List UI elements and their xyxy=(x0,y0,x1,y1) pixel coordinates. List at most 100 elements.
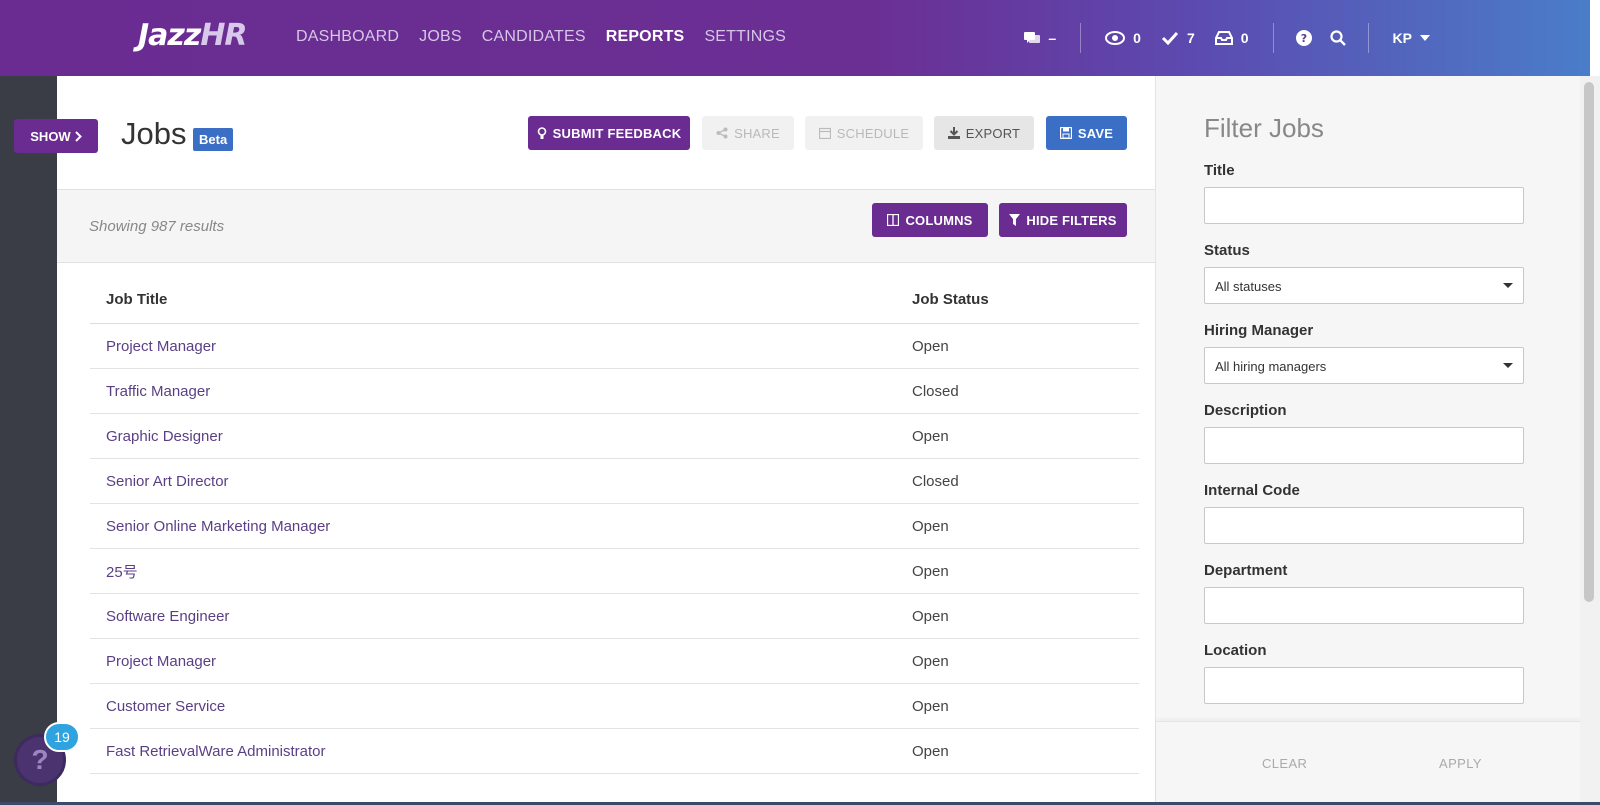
job-title-link[interactable]: Software Engineer xyxy=(90,608,912,625)
internal-code-filter-input[interactable] xyxy=(1204,507,1524,544)
export-button[interactable]: EXPORT xyxy=(934,116,1034,150)
user-menu[interactable]: KP xyxy=(1393,30,1430,46)
job-title-link[interactable]: 25号 xyxy=(90,561,912,582)
filter-panel-title: Filter Jobs xyxy=(1204,113,1324,143)
job-status: Closed xyxy=(912,472,959,490)
nav-candidates[interactable]: CANDIDATES xyxy=(482,28,586,46)
job-title-link[interactable]: Senior Art Director xyxy=(90,473,912,490)
share-icon xyxy=(716,127,728,139)
column-header-job-title[interactable]: Job Title xyxy=(90,291,912,308)
job-status: Open xyxy=(912,427,949,445)
job-status: Open xyxy=(912,652,949,670)
main-nav: DASHBOARD JOBS CANDIDATES REPORTS SETTIN… xyxy=(296,28,786,46)
job-title-link[interactable]: Graphic Designer xyxy=(90,428,912,445)
job-title-link[interactable]: Senior Online Marketing Manager xyxy=(90,518,912,535)
table-row: Senior Art Director Closed xyxy=(90,459,1139,504)
save-label: SAVE xyxy=(1077,125,1114,141)
lightbulb-icon xyxy=(537,126,547,140)
calendar-icon xyxy=(818,127,831,139)
nav-jobs[interactable]: JOBS xyxy=(419,28,462,46)
save-button[interactable]: SAVE xyxy=(1046,116,1127,150)
divider xyxy=(1080,23,1082,53)
checkmark-icon xyxy=(1161,31,1179,45)
table-row: Fast RetrievalWare Administrator Open xyxy=(90,729,1139,774)
results-toolbar: Showing 987 results COLUMNS HIDE FILTERS xyxy=(57,189,1155,263)
search-icon xyxy=(1329,30,1346,46)
job-title-link[interactable]: Project Manager xyxy=(90,653,912,670)
description-filter-input[interactable] xyxy=(1204,427,1524,464)
tasks-button[interactable]: 7 xyxy=(1161,30,1195,46)
show-label: SHOW xyxy=(30,128,71,144)
status-filter-label: Status xyxy=(1204,242,1250,259)
submit-feedback-button[interactable]: SUBMIT FEEDBACK xyxy=(528,116,690,150)
divider xyxy=(1272,23,1274,53)
title-filter-label: Title xyxy=(1204,162,1235,179)
apply-filters-button[interactable]: APPLY xyxy=(1439,756,1482,771)
columns-icon xyxy=(887,214,900,226)
internal-code-filter-label: Internal Code xyxy=(1204,482,1300,499)
messages-button[interactable]: – xyxy=(1024,30,1056,46)
table-row: Traffic Manager Closed xyxy=(90,369,1139,414)
nav-settings[interactable]: SETTINGS xyxy=(704,28,786,46)
jobs-table: Job Title Job Status Project Manager Open… xyxy=(90,276,1139,774)
job-title-link[interactable]: Project Manager xyxy=(90,338,912,355)
nav-reports[interactable]: REPORTS xyxy=(606,28,685,46)
schedule-label: SCHEDULE xyxy=(836,125,910,141)
top-navbar: JazzHR DASHBOARD JOBS CANDIDATES REPORTS… xyxy=(0,0,1590,76)
share-label: SHARE xyxy=(734,125,780,141)
page-title: Jobs xyxy=(121,116,187,151)
views-button[interactable]: 0 xyxy=(1105,30,1141,46)
inbox-icon xyxy=(1214,31,1233,45)
results-count: Showing 987 results xyxy=(89,218,225,235)
table-row: Project Manager Open xyxy=(90,639,1139,684)
logo-text-main: Jazz xyxy=(138,18,201,53)
tasks-count: 7 xyxy=(1186,30,1195,46)
svg-text:?: ? xyxy=(1300,32,1306,45)
job-title-link[interactable]: Customer Service xyxy=(90,698,912,715)
status-filter-select[interactable]: All statuses xyxy=(1204,267,1524,304)
inbox-button[interactable]: 0 xyxy=(1214,30,1249,46)
job-status: Closed xyxy=(912,382,959,400)
clear-filters-button[interactable]: CLEAR xyxy=(1262,756,1307,771)
question-circle-icon: ? xyxy=(1295,30,1312,46)
help-button[interactable]: ? xyxy=(1295,30,1312,46)
job-status: Open xyxy=(912,337,949,355)
beta-badge: Beta xyxy=(193,128,234,151)
page-scrollbar-thumb[interactable] xyxy=(1584,82,1594,602)
location-filter-input[interactable] xyxy=(1204,667,1524,704)
filter-panel-footer: CLEAR APPLY xyxy=(1156,721,1581,805)
caret-down-icon xyxy=(1503,363,1513,368)
job-status: Open xyxy=(912,562,949,580)
description-filter-label: Description xyxy=(1204,402,1287,419)
department-filter-label: Department xyxy=(1204,562,1288,579)
question-mark-icon: ? xyxy=(31,744,49,775)
export-label: EXPORT xyxy=(965,125,1021,141)
hide-filters-label: HIDE FILTERS xyxy=(1026,212,1117,228)
department-filter-input[interactable] xyxy=(1204,587,1524,624)
job-status: Open xyxy=(912,742,949,760)
table-row: 25号 Open xyxy=(90,549,1139,594)
share-button[interactable]: SHARE xyxy=(702,116,794,150)
jazzhr-logo[interactable]: JazzHR xyxy=(138,18,248,53)
columns-button[interactable]: COLUMNS xyxy=(872,203,988,237)
chevron-right-icon xyxy=(75,130,82,142)
search-button[interactable] xyxy=(1329,30,1346,46)
job-title-link[interactable]: Fast RetrievalWare Administrator xyxy=(90,743,912,760)
status-filter-value: All statuses xyxy=(1215,279,1282,294)
schedule-button[interactable]: SCHEDULE xyxy=(805,116,923,150)
job-status: Open xyxy=(912,607,949,625)
eye-icon xyxy=(1105,31,1126,45)
user-initials: KP xyxy=(1392,30,1412,46)
nav-dashboard[interactable]: DASHBOARD xyxy=(296,28,399,46)
title-filter-input[interactable] xyxy=(1204,187,1524,224)
main-content: Jobs Beta SUBMIT FEEDBACK SHARE SCHEDULE… xyxy=(57,76,1155,805)
hiring-manager-filter-select[interactable]: All hiring managers xyxy=(1204,347,1524,384)
job-title-link[interactable]: Traffic Manager xyxy=(90,383,912,400)
job-status: Open xyxy=(912,517,949,535)
location-filter-label: Location xyxy=(1204,642,1267,659)
table-header: Job Title Job Status xyxy=(90,276,1139,324)
hide-filters-button[interactable]: HIDE FILTERS xyxy=(999,203,1127,237)
show-sidebar-button[interactable]: SHOW xyxy=(14,119,98,153)
download-icon xyxy=(947,127,960,139)
column-header-job-status[interactable]: Job Status xyxy=(912,291,1139,308)
